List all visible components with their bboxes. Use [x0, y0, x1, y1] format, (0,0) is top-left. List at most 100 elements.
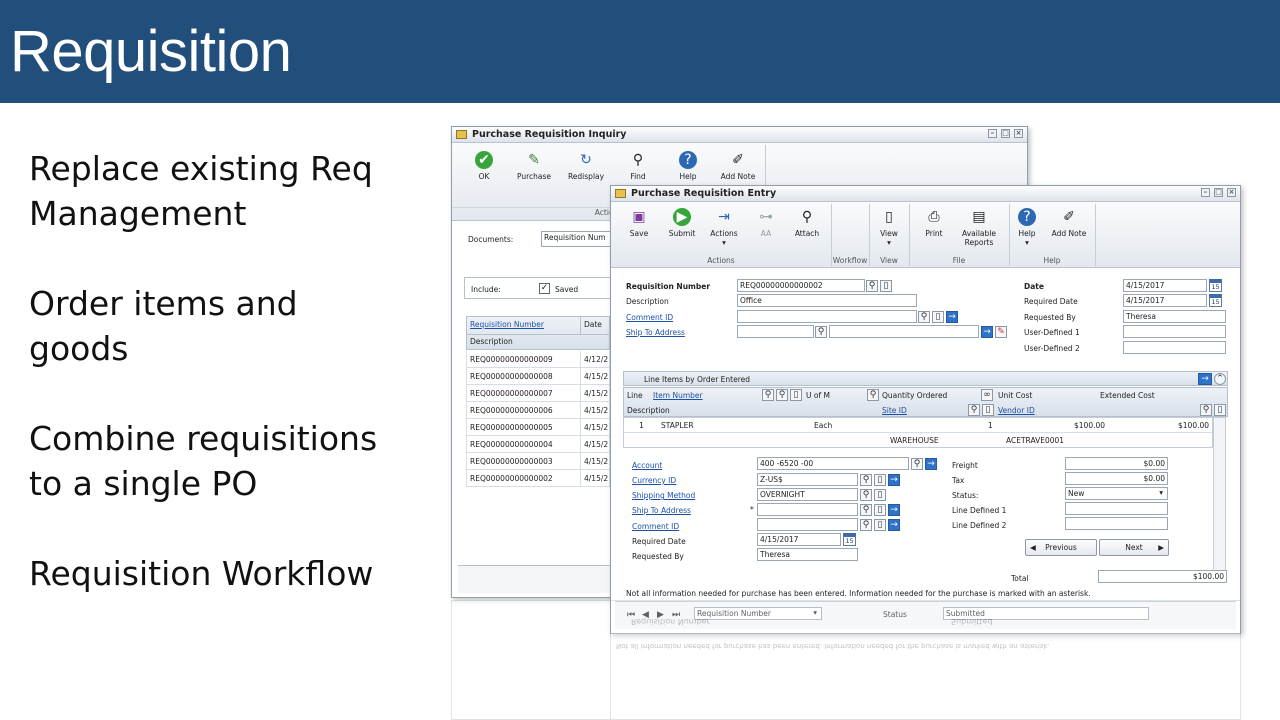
- status-select[interactable]: New ▾: [1065, 487, 1168, 500]
- ship-to-name-field[interactable]: [829, 325, 979, 338]
- redisplay-button[interactable]: ↻ Redisplay: [564, 151, 608, 181]
- table-row[interactable]: REQ00000000000003 4/15/2: [466, 453, 610, 470]
- line-defined-2-field[interactable]: [1065, 517, 1168, 530]
- lookup-icon[interactable]: ⚲: [776, 389, 788, 401]
- col-vendor-id[interactable]: Vendor ID: [998, 406, 1035, 415]
- date-field[interactable]: 4/15/2017: [1123, 279, 1207, 292]
- comment-id-field[interactable]: [757, 518, 858, 531]
- note-icon[interactable]: ▯: [874, 489, 886, 501]
- line-defined-1-field[interactable]: [1065, 502, 1168, 515]
- col-site-id[interactable]: Site ID: [882, 406, 907, 415]
- currency-id-link[interactable]: Currency ID: [632, 476, 676, 485]
- tax-field[interactable]: $0.00: [1065, 472, 1168, 485]
- expand-arrow-icon[interactable]: →: [981, 326, 993, 338]
- saved-checkbox[interactable]: ✓: [539, 283, 550, 294]
- add-note-button[interactable]: ✐ Add Note: [1047, 208, 1091, 238]
- note-icon[interactable]: ▯: [874, 519, 886, 531]
- col-date[interactable]: Date: [584, 320, 602, 329]
- table-row[interactable]: REQ00000000000007 4/15/2: [466, 385, 610, 402]
- ship-to-address-field[interactable]: [737, 325, 814, 338]
- maximize-icon[interactable]: □: [1001, 129, 1010, 138]
- table-row[interactable]: REQ00000000000004 4/15/2: [466, 436, 610, 453]
- ship-to-address-link[interactable]: Ship To Address: [632, 506, 691, 515]
- lookup-icon[interactable]: ⚲: [911, 458, 923, 470]
- print-button[interactable]: ⎙ Print: [917, 208, 951, 238]
- lookup-icon[interactable]: ⚲: [860, 504, 872, 516]
- help-button[interactable]: ? Help ▾: [1013, 208, 1041, 247]
- description-field[interactable]: Office: [737, 294, 917, 307]
- comment-id-field[interactable]: [737, 310, 917, 323]
- lookup-icon[interactable]: ⚲: [1200, 404, 1212, 416]
- table-row[interactable]: REQ00000000000005 4/15/2: [466, 419, 610, 436]
- user-defined-1-field[interactable]: [1123, 325, 1226, 338]
- shipping-method-field[interactable]: OVERNIGHT: [757, 488, 858, 501]
- note-icon[interactable]: ▯: [874, 474, 886, 486]
- table-row[interactable]: 1 STAPLER Each 1 $100.00 $100.00 WAREHOU…: [623, 417, 1213, 448]
- available-reports-button[interactable]: ▤ Available Reports: [955, 208, 1003, 247]
- link-icon[interactable]: ∞: [981, 389, 993, 401]
- expand-arrow-icon[interactable]: →: [925, 458, 937, 470]
- comment-id-link[interactable]: Comment ID: [632, 522, 679, 531]
- lookup-icon[interactable]: ⚲: [860, 519, 872, 531]
- table-row[interactable]: REQ00000000000002 4/15/2: [466, 470, 610, 487]
- close-icon[interactable]: ×: [1014, 129, 1023, 138]
- user-defined-2-field[interactable]: [1123, 341, 1226, 354]
- lookup-icon[interactable]: ⚲: [815, 326, 827, 338]
- attach-button[interactable]: ⚲ Attach: [787, 208, 827, 238]
- pin-icon[interactable]: ✎: [995, 326, 1007, 338]
- help-button[interactable]: ? Help: [670, 151, 706, 181]
- note-icon[interactable]: ▯: [982, 404, 994, 416]
- actions-button[interactable]: ⇥ Actions ▾: [705, 208, 743, 247]
- scrollbar[interactable]: [1213, 417, 1226, 572]
- expand-arrow-icon[interactable]: →: [888, 504, 900, 516]
- currency-id-field[interactable]: Z-US$: [757, 473, 858, 486]
- calendar-icon[interactable]: 15: [1209, 294, 1222, 307]
- lookup-icon[interactable]: ⚲: [918, 311, 930, 323]
- documents-select[interactable]: Requisition Num: [541, 231, 621, 247]
- submit-button[interactable]: ▶ Submit: [663, 208, 701, 238]
- comment-id-link[interactable]: Comment ID: [626, 313, 673, 322]
- browse-by-select[interactable]: Requisition Number ▾: [694, 607, 822, 620]
- view-button[interactable]: ▯ View ▾: [873, 208, 905, 247]
- ship-to-address-link[interactable]: Ship To Address: [626, 328, 685, 337]
- lookup-icon[interactable]: ⚲: [866, 280, 878, 292]
- requested-by-field[interactable]: Theresa: [1123, 310, 1226, 323]
- next-record-icon[interactable]: ▶: [657, 610, 664, 620]
- previous-button[interactable]: ◀ Previous: [1025, 539, 1097, 556]
- last-record-icon[interactable]: ⏭: [672, 610, 680, 620]
- note-icon[interactable]: ▯: [790, 389, 802, 401]
- collapse-icon[interactable]: ⌃: [1214, 373, 1226, 385]
- purchase-button[interactable]: ✎ Purchase: [514, 151, 554, 181]
- table-row[interactable]: REQ00000000000008 4/15/2: [466, 368, 610, 385]
- close-icon[interactable]: ×: [1227, 188, 1236, 197]
- lookup-icon[interactable]: ⚲: [860, 474, 872, 486]
- calendar-icon[interactable]: 15: [1209, 279, 1222, 292]
- note-icon[interactable]: ▯: [874, 504, 886, 516]
- note-icon[interactable]: ▯: [1214, 404, 1226, 416]
- first-record-icon[interactable]: ⏮: [627, 610, 635, 620]
- req-number-field[interactable]: REQ00000000000002: [737, 279, 865, 292]
- add-note-button[interactable]: ✐ Add Note: [714, 151, 762, 181]
- expand-arrow-icon[interactable]: →: [888, 519, 900, 531]
- col-item-number[interactable]: Item Number: [653, 391, 703, 400]
- expand-arrow-icon[interactable]: →: [888, 474, 900, 486]
- lookup-icon[interactable]: ⚲: [860, 489, 872, 501]
- previous-record-icon[interactable]: ◀: [642, 610, 649, 620]
- lookup-icon[interactable]: ⚲: [867, 389, 879, 401]
- calendar-icon[interactable]: 15: [843, 533, 856, 546]
- freight-field[interactable]: $0.00: [1065, 457, 1168, 470]
- col-requisition-number[interactable]: Requisition Number: [470, 320, 544, 329]
- expand-arrow-icon[interactable]: →: [1198, 373, 1212, 385]
- table-row[interactable]: REQ00000000000006 4/15/2: [466, 402, 610, 419]
- note-icon[interactable]: ▯: [932, 311, 944, 323]
- ship-to-address-field[interactable]: [757, 503, 858, 516]
- required-date-field[interactable]: 4/15/2017: [1123, 294, 1207, 307]
- expand-arrow-icon[interactable]: →: [946, 311, 958, 323]
- account-link[interactable]: Account: [632, 461, 662, 470]
- next-button[interactable]: Next ▶: [1099, 539, 1169, 556]
- paperclip-icon[interactable]: ⚲: [762, 389, 774, 401]
- required-date-field[interactable]: 4/15/2017: [757, 533, 841, 546]
- lookup-icon[interactable]: ⚲: [968, 404, 980, 416]
- ok-button[interactable]: ✔ OK: [466, 151, 502, 181]
- table-row[interactable]: REQ00000000000009 4/12/2: [466, 351, 610, 368]
